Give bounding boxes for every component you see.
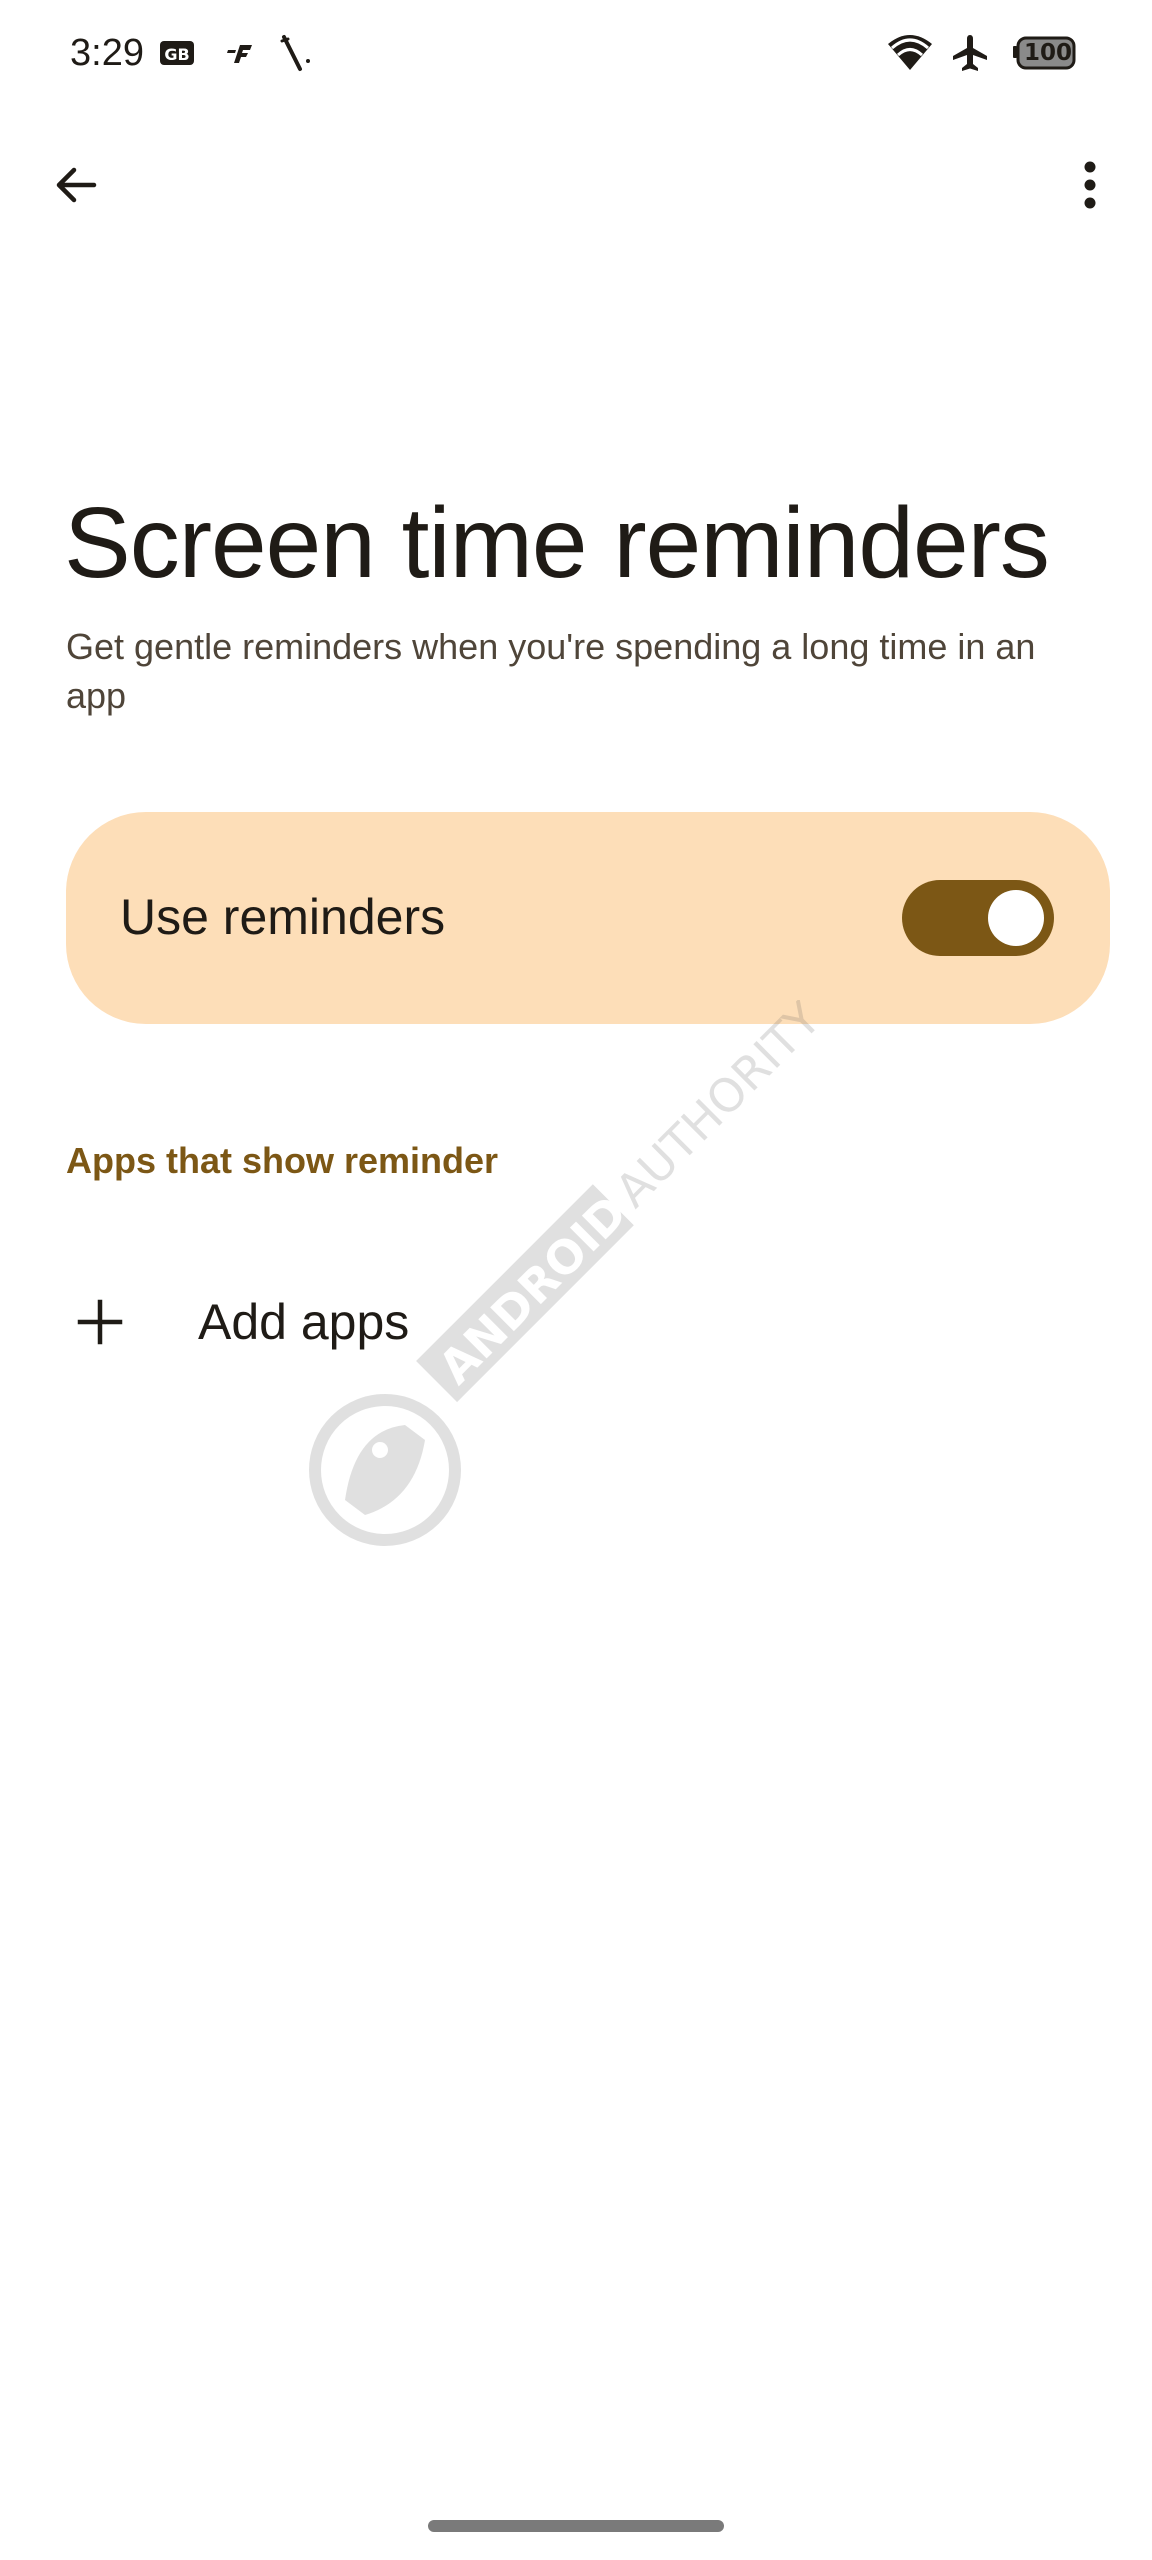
top-app-bar (0, 140, 1152, 230)
use-reminders-toggle[interactable] (902, 880, 1054, 956)
airplane-icon (948, 32, 992, 74)
battery-level: 100 (1023, 40, 1072, 66)
status-bar: 3:29 GB 100 (0, 0, 1152, 110)
more-options-button[interactable] (1060, 140, 1120, 230)
gb-icon: GB (158, 32, 196, 74)
f-icon (222, 32, 258, 74)
gesture-navigation-bar[interactable] (428, 2520, 724, 2532)
slash-icon (276, 32, 316, 74)
wifi-icon (886, 32, 934, 74)
svg-text:GB: GB (164, 45, 189, 64)
use-reminders-label: Use reminders (120, 889, 446, 945)
apps-section-header: Apps that show reminder (66, 1140, 499, 1181)
page-description: Get gentle reminders when you're spendin… (66, 626, 1036, 716)
arrow-back-icon (56, 167, 97, 203)
toggle-thumb (988, 890, 1044, 946)
back-button[interactable] (40, 140, 112, 230)
add-apps-button[interactable]: Add apps (40, 1262, 1112, 1382)
status-time: 3:29 (70, 32, 144, 74)
battery-icon: 100 (1012, 32, 1076, 74)
more-vert-icon (1084, 161, 1096, 209)
add-apps-label: Add apps (198, 1294, 410, 1350)
page-title: Screen time reminders (64, 487, 1050, 599)
svg-text:AUTHORITY: AUTHORITY (605, 1000, 832, 1218)
use-reminders-card[interactable]: Use reminders (66, 812, 1110, 1024)
plus-icon (77, 1299, 123, 1345)
